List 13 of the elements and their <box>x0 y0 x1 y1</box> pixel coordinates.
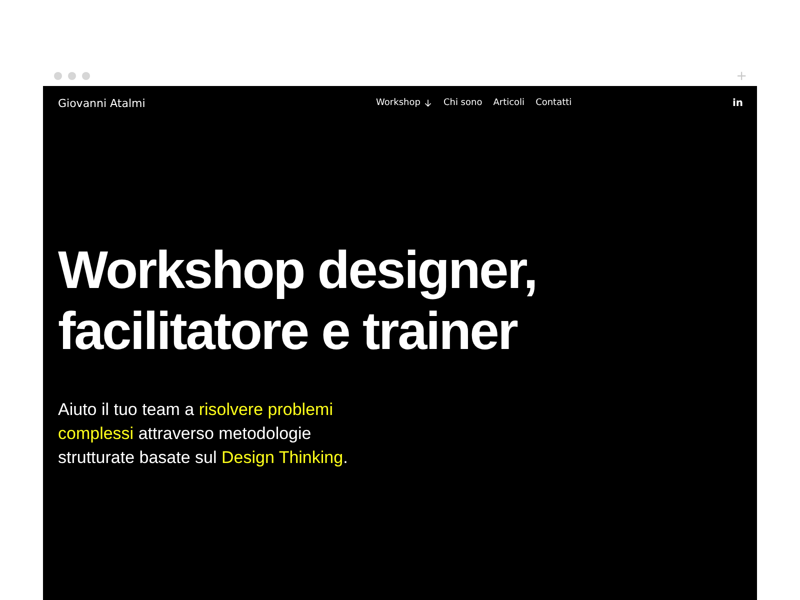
window-dot <box>54 72 62 80</box>
hero-heading: facilitatore e trainer <box>58 301 517 362</box>
nav-link[interactable]: Contatti <box>536 98 572 108</box>
linkedin-icon[interactable]: in <box>732 98 743 108</box>
site-logo[interactable]: Giovanni Atalmi <box>58 96 146 110</box>
down-arrow-icon <box>424 99 432 107</box>
nav-link[interactable]: Articoli <box>493 98 525 108</box>
window-dot <box>68 72 76 80</box>
hero-heading: Workshop designer, <box>58 240 537 301</box>
nav-link[interactable]: Workshop <box>376 98 432 108</box>
nav-link[interactable]: Chi sono <box>443 98 482 108</box>
window-dot <box>82 72 90 80</box>
hero-description: Aiuto il tuo team a risolvere problemi complessi attraverso metodologie strutturate basate sul Design Thinking. <box>58 399 349 469</box>
